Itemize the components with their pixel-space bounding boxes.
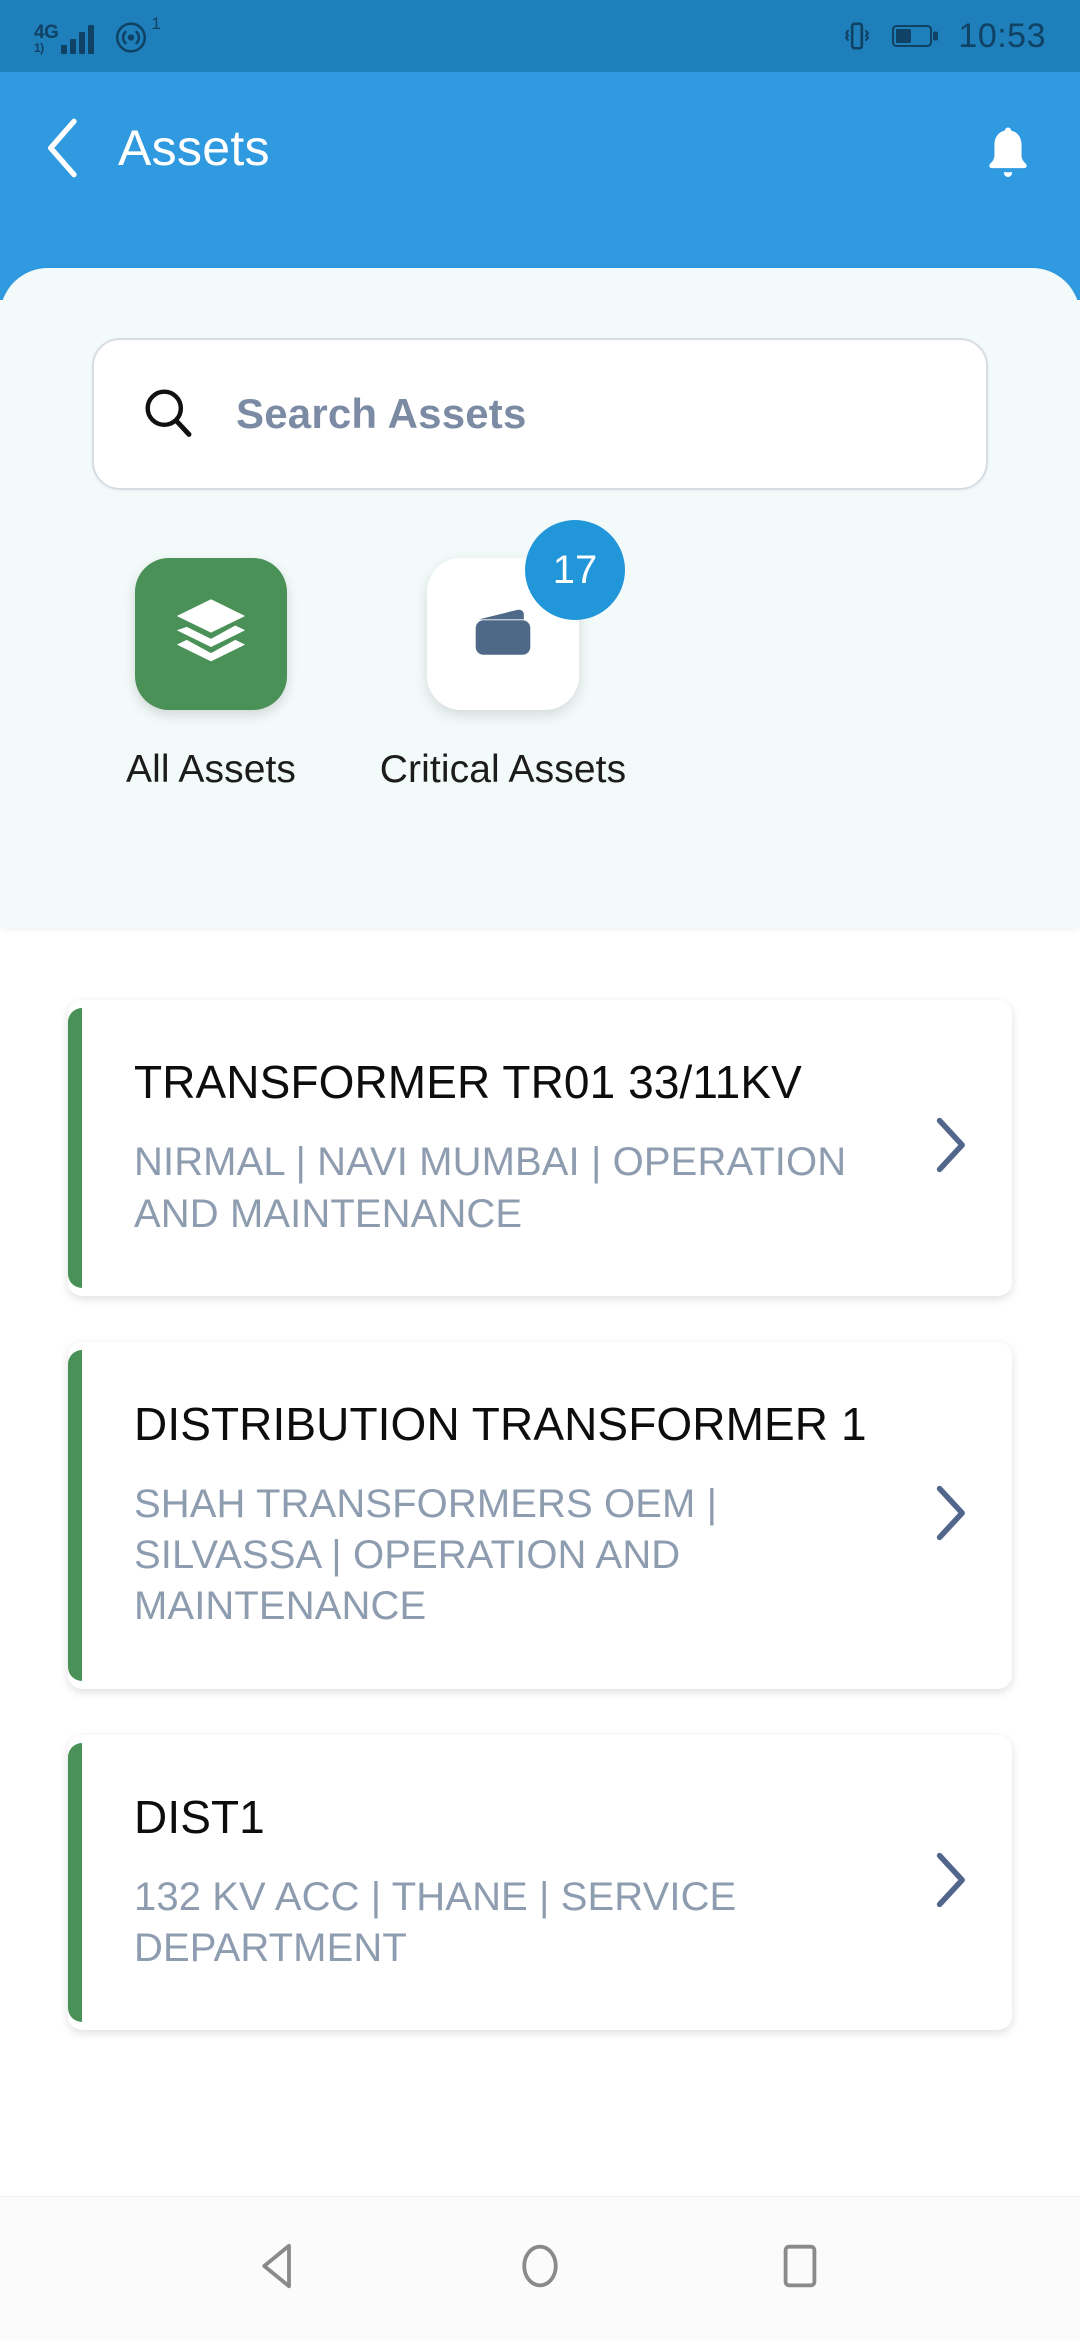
- network-sub-label: 1): [34, 41, 44, 55]
- tile-label-critical-assets: Critical Assets: [379, 748, 627, 791]
- android-nav-bar: [0, 2196, 1080, 2340]
- nav-recents-square-icon[interactable]: [773, 2239, 827, 2298]
- hotspot-icon: 1: [113, 14, 161, 54]
- chevron-right-icon[interactable]: [926, 1850, 972, 1915]
- status-bar-left: 4G 1) 1: [34, 14, 161, 54]
- asset-subtitle: 132 KV ACC | THANE | SERVICE DEPARTMENT: [134, 1875, 737, 1971]
- asset-title: TRANSFORMER TR01 33/11KV: [134, 1056, 802, 1108]
- asset-subtitle: SHAH TRANSFORMERS OEM | SILVASSA | OPERA…: [134, 1482, 718, 1629]
- search-placeholder: Search Assets: [236, 390, 527, 437]
- status-bar-right: 10:53: [840, 19, 1046, 53]
- app-bar: Assets: [0, 72, 1080, 300]
- asset-title: DIST1: [134, 1790, 265, 1843]
- tile-all-assets[interactable]: All Assets: [118, 558, 304, 792]
- vibrate-icon: [840, 19, 874, 53]
- signal-strength-bars: [61, 24, 103, 54]
- asset-card[interactable]: DIST1 132 KV ACC | THANE | SERVICE DEPAR…: [68, 1734, 1012, 2031]
- tile-critical-assets[interactable]: 17 Critical Assets: [380, 520, 626, 792]
- search-input[interactable]: Search Assets: [92, 338, 988, 490]
- chevron-right-icon[interactable]: [926, 1115, 972, 1180]
- category-tiles: All Assets 17 Critical Assets: [0, 490, 1080, 792]
- battery-icon: [892, 22, 940, 50]
- critical-assets-badge: 17: [525, 520, 625, 620]
- phone-screen: 4G 1) 1 10:53 Assets Search Assets All A…: [0, 0, 1080, 2340]
- nav-back-triangle-icon[interactable]: [253, 2239, 307, 2298]
- all-assets-tile-box[interactable]: [135, 558, 287, 710]
- asset-list[interactable]: TRANSFORMER TR01 33/11KV NIRMAL | NAVI M…: [0, 928, 1080, 2196]
- signal-bars-icon: 4G 1): [34, 23, 103, 54]
- asset-card[interactable]: TRANSFORMER TR01 33/11KV NIRMAL | NAVI M…: [68, 1000, 1012, 1296]
- asset-subtitle: NIRMAL | NAVI MUMBAI | OPERATION AND MAI…: [134, 1140, 847, 1236]
- network-type-label: 4G: [34, 22, 59, 43]
- bell-icon[interactable]: [980, 118, 1036, 191]
- top-panel: Search Assets All Assets 17 Critical Ass…: [0, 268, 1080, 928]
- chevron-right-icon[interactable]: [926, 1483, 972, 1548]
- asset-card[interactable]: DISTRIBUTION TRANSFORMER 1 SHAH TRANSFOR…: [68, 1341, 1012, 1689]
- layers-icon: [170, 591, 252, 678]
- asset-title: DISTRIBUTION TRANSFORMER 1: [134, 1397, 867, 1450]
- tile-label-all-assets: All Assets: [125, 748, 297, 791]
- critical-assets-tile-box[interactable]: 17: [427, 520, 625, 710]
- asset-card-body: DISTRIBUTION TRANSFORMER 1 SHAH TRANSFOR…: [134, 1398, 926, 1633]
- hotspot-count-label: 1: [151, 14, 161, 33]
- page-title: Assets: [118, 120, 270, 176]
- asset-card-body: TRANSFORMER TR01 33/11KV NIRMAL | NAVI M…: [134, 1056, 926, 1240]
- status-bar: 4G 1) 1 10:53: [0, 0, 1080, 72]
- status-bar-clock: 10:53: [958, 17, 1046, 55]
- nav-home-circle-icon[interactable]: [513, 2239, 567, 2298]
- wallet-icon: [464, 593, 542, 676]
- back-chevron-icon[interactable]: [44, 118, 84, 178]
- app-bar-left: Assets: [44, 118, 270, 178]
- asset-card-body: DIST1 132 KV ACC | THANE | SERVICE DEPAR…: [134, 1791, 926, 1975]
- search-icon: [140, 384, 196, 445]
